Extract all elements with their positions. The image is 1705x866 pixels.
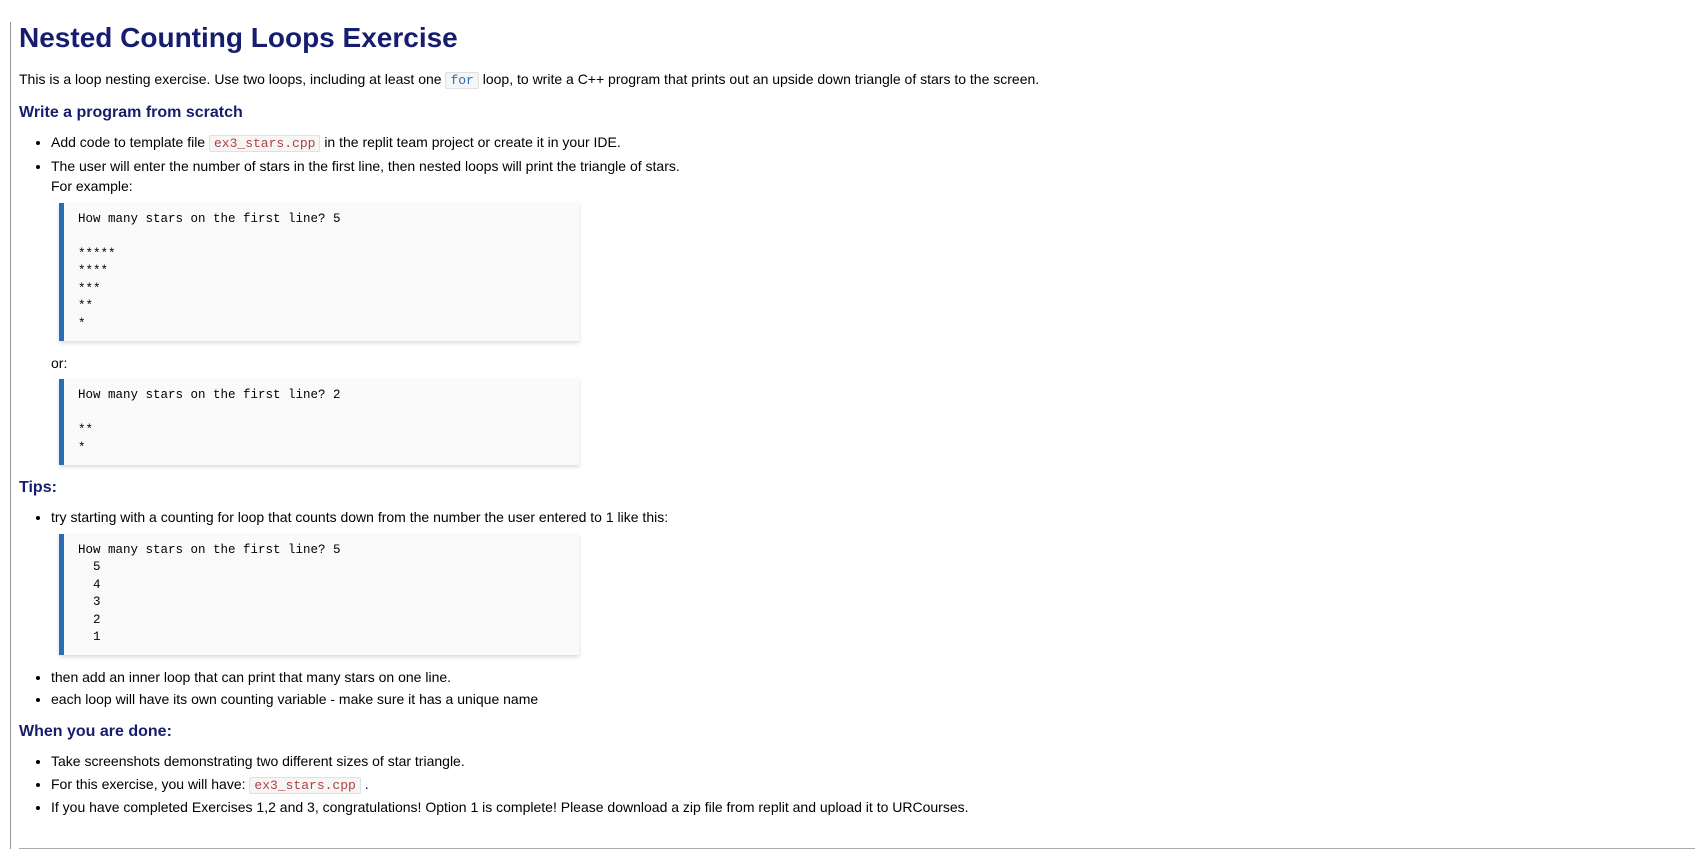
document-content: Nested Counting Loops Exercise This is a…	[10, 22, 1695, 849]
list-item: each loop will have its own counting var…	[51, 689, 1695, 709]
list-item: try starting with a counting for loop th…	[51, 507, 1695, 654]
li-text: For this exercise, you will have:	[51, 776, 249, 792]
li-text: Add code to template file	[51, 134, 209, 150]
list-item: then add an inner loop that can print th…	[51, 667, 1695, 687]
li-text: The user will enter the number of stars …	[51, 158, 680, 174]
section-heading-write: Write a program from scratch	[19, 104, 1695, 122]
li-text: in the replit team project or create it …	[324, 134, 620, 150]
li-text: For example:	[51, 178, 133, 194]
code-example-2: How many stars on the first line? 2 ** *	[59, 379, 579, 465]
code-example-1: How many stars on the first line? 5 ****…	[59, 203, 579, 342]
li-text: try starting with a counting for loop th…	[51, 509, 668, 525]
done-list: Take screenshots demonstrating two diffe…	[19, 751, 1695, 817]
li-text: .	[365, 776, 369, 792]
for-keyword: for	[445, 72, 478, 89]
intro-text-2: loop, to write a C++ program that prints…	[483, 71, 1039, 87]
list-item: Take screenshots demonstrating two diffe…	[51, 751, 1695, 771]
divider	[19, 848, 1695, 849]
write-list: Add code to template file ex3_stars.cpp …	[19, 132, 1695, 465]
code-example-3: How many stars on the first line? 5 5 4 …	[59, 534, 579, 655]
page-title: Nested Counting Loops Exercise	[19, 22, 1695, 54]
list-item: For this exercise, you will have: ex3_st…	[51, 774, 1695, 796]
or-text: or:	[51, 355, 67, 371]
filename-code: ex3_stars.cpp	[209, 135, 320, 152]
intro-text-1: This is a loop nesting exercise. Use two…	[19, 71, 445, 87]
list-item: Add code to template file ex3_stars.cpp …	[51, 132, 1695, 154]
list-item: The user will enter the number of stars …	[51, 156, 1695, 465]
filename-code: ex3_stars.cpp	[249, 777, 360, 794]
section-heading-tips: Tips:	[19, 479, 1695, 497]
intro-paragraph: This is a loop nesting exercise. Use two…	[19, 70, 1695, 90]
tips-list: try starting with a counting for loop th…	[19, 507, 1695, 709]
section-heading-done: When you are done:	[19, 723, 1695, 741]
list-item: If you have completed Exercises 1,2 and …	[51, 797, 1695, 817]
